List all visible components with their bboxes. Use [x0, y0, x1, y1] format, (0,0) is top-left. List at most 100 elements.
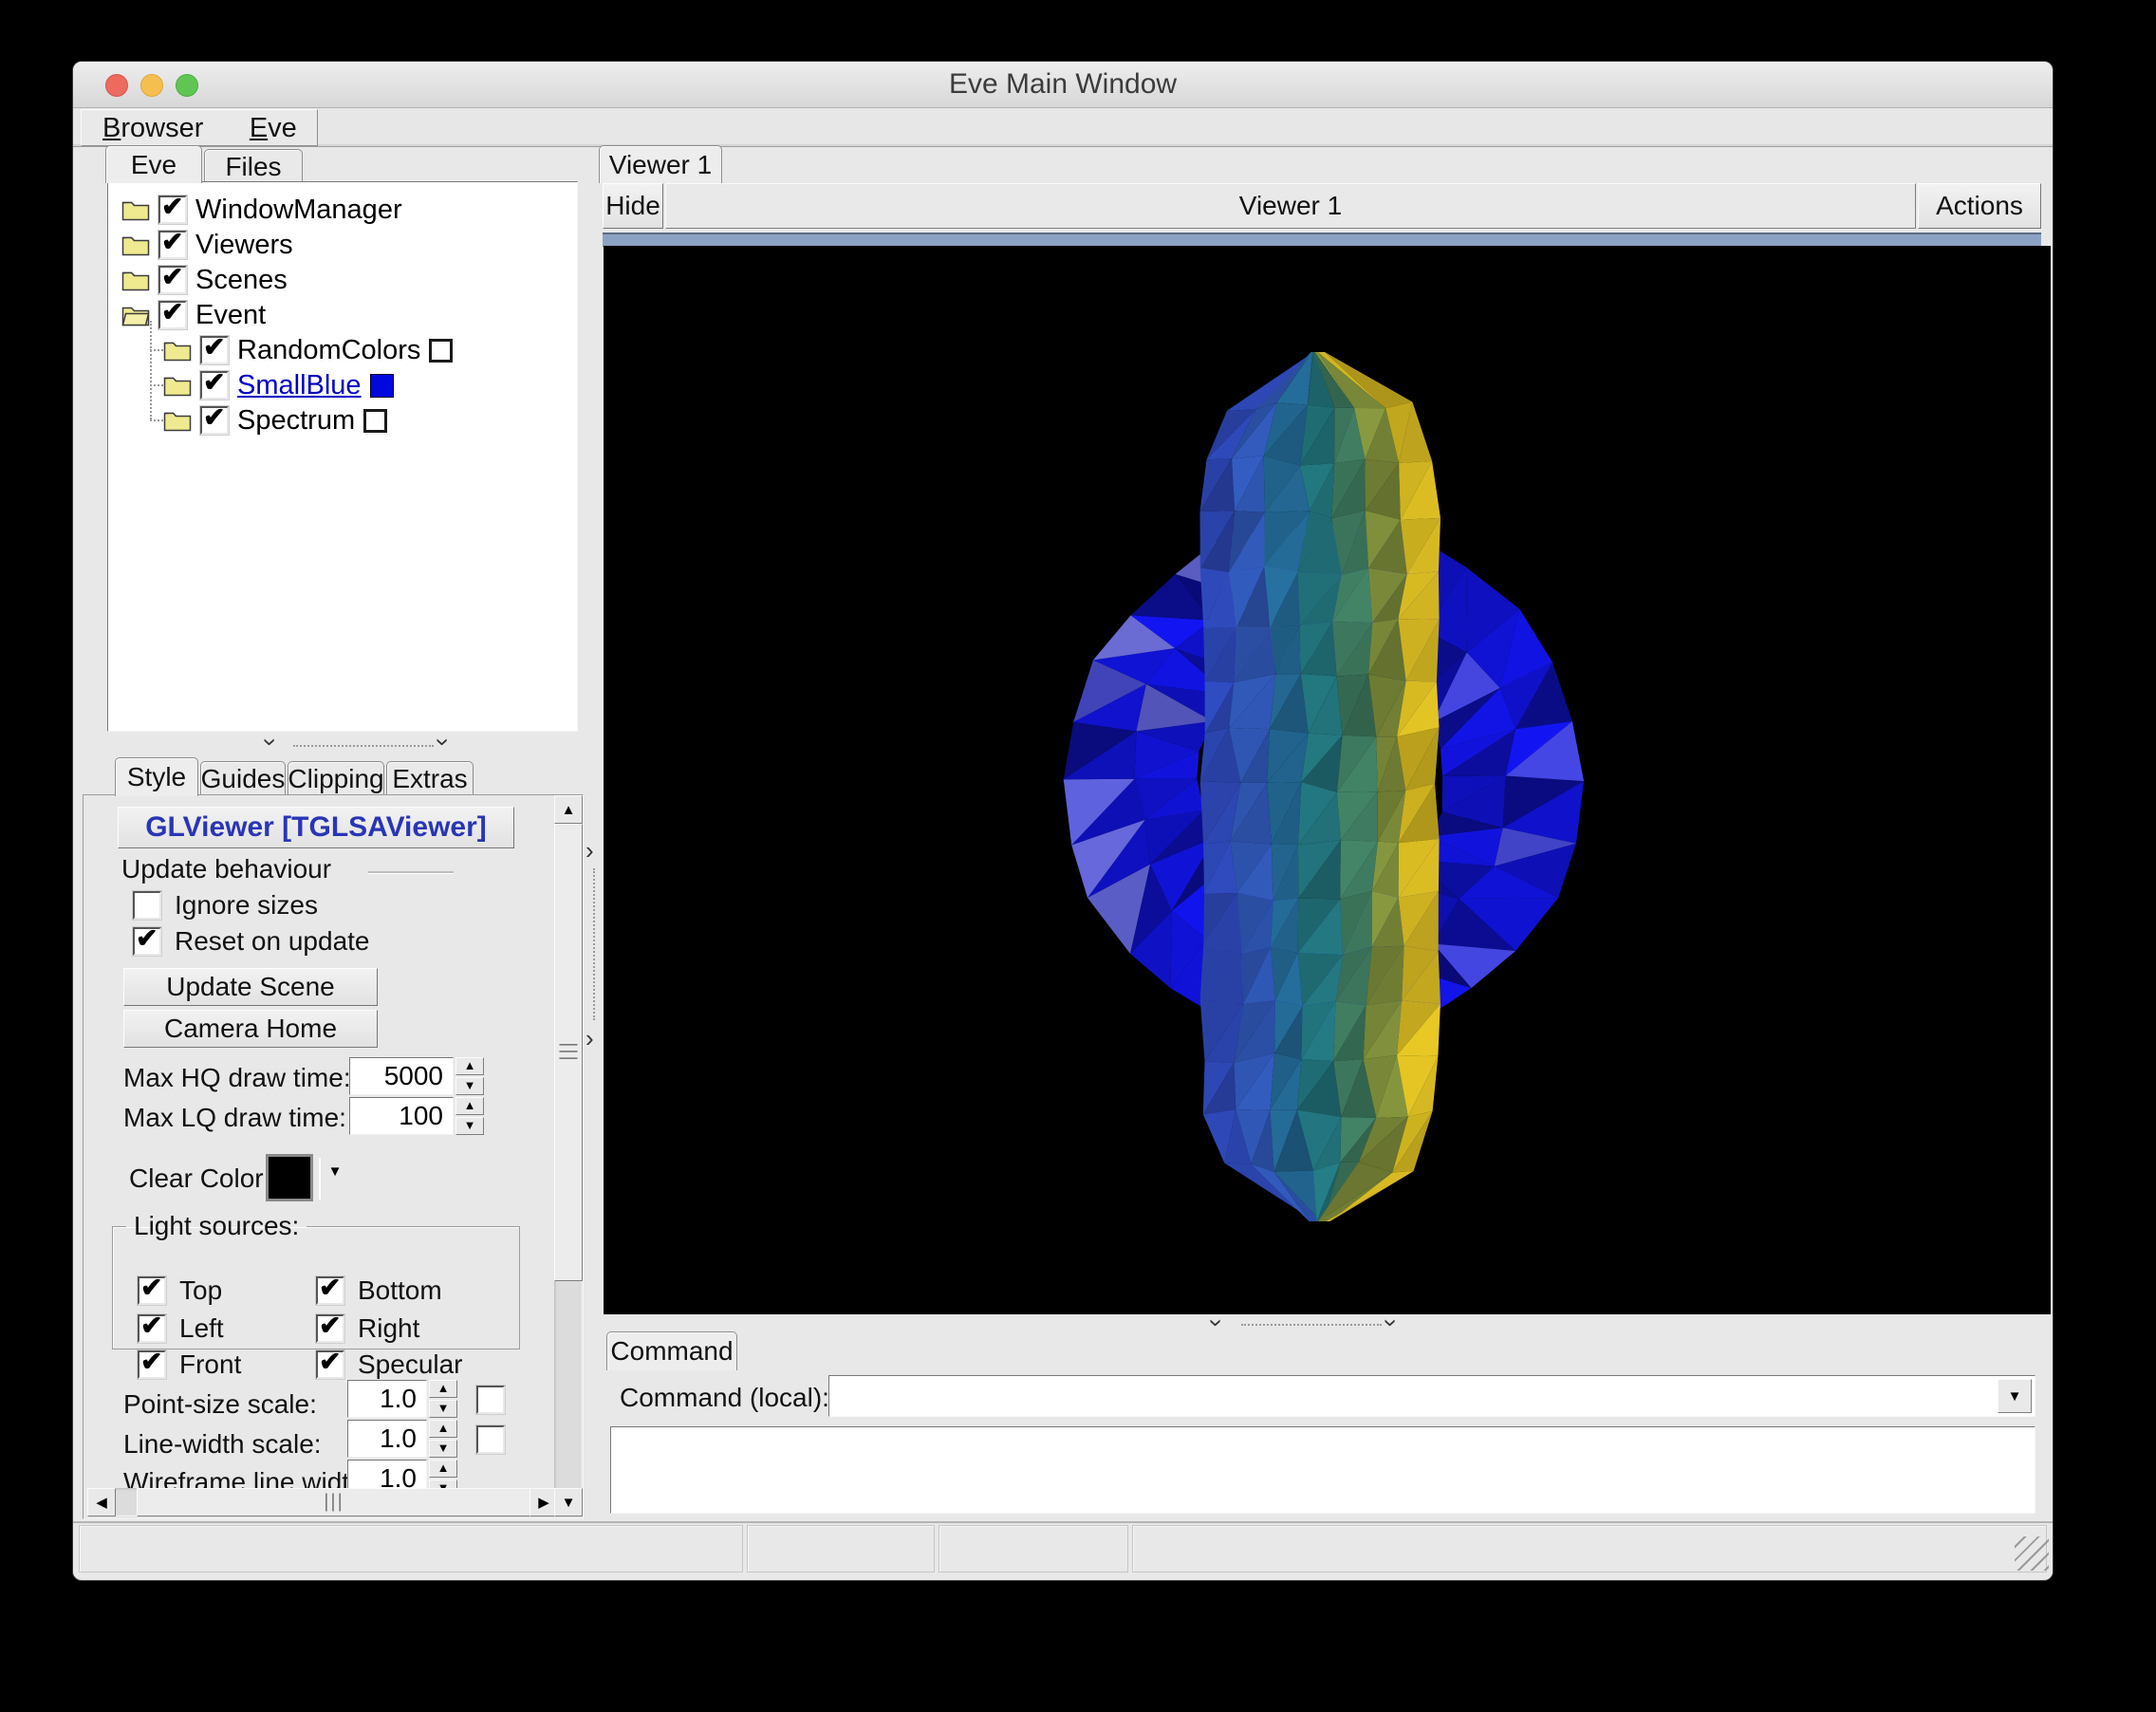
clear-color-dropdown[interactable]: ▼ — [319, 1158, 349, 1200]
tab-guides[interactable]: Guides — [200, 761, 286, 796]
splitter-collapse-icon[interactable]: › — [264, 738, 277, 747]
color-swatch-empty[interactable] — [429, 339, 453, 363]
light-right-row[interactable]: Right — [316, 1313, 419, 1344]
point-size-checkbox[interactable] — [476, 1386, 505, 1414]
command-input[interactable]: ▼ — [828, 1375, 2035, 1417]
tree-item-label[interactable]: RandomColors — [237, 335, 420, 366]
glviewer-button-label: GLViewer [TGLSAViewer] — [145, 811, 487, 844]
light-front-checkbox[interactable] — [138, 1350, 166, 1379]
light-specular-row[interactable]: Specular — [316, 1349, 463, 1380]
tree-checkbox[interactable] — [158, 266, 187, 294]
spin-down-icon[interactable]: ▼ — [429, 1440, 457, 1458]
ignore-sizes-row[interactable]: Ignore sizes — [133, 890, 318, 921]
update-scene-button[interactable]: Update Scene — [123, 968, 378, 1006]
point-size-spin-buttons[interactable]: ▲▼ — [429, 1380, 457, 1418]
h-scrollbar-thumb[interactable]: ||| — [137, 1488, 531, 1517]
tree-item-label[interactable]: Scenes — [195, 265, 288, 296]
tab-files[interactable]: Files — [204, 149, 303, 183]
spin-up-icon[interactable]: ▲ — [429, 1460, 457, 1478]
tree-checkbox[interactable] — [200, 406, 229, 435]
light-right-checkbox[interactable] — [316, 1314, 344, 1343]
resize-grip[interactable] — [2015, 1536, 2049, 1571]
point-size-spinner[interactable]: 1.0 — [347, 1380, 427, 1418]
tree-item-randomcolors[interactable]: RandomColors — [163, 334, 453, 366]
ignore-sizes-checkbox[interactable] — [133, 891, 161, 920]
tree-item-windowmanager[interactable]: WindowManager — [121, 194, 402, 226]
light-front-row[interactable]: Front — [138, 1349, 241, 1380]
tree-checkbox[interactable] — [158, 195, 187, 224]
tree-item-spectrum[interactable]: Spectrum — [163, 404, 387, 437]
tree-item-viewers[interactable]: Viewers — [121, 229, 293, 261]
max-hq-spinner[interactable]: 5000 — [349, 1057, 454, 1095]
titlebar[interactable]: Eve Main Window — [73, 62, 2053, 108]
tab-command[interactable]: Command — [606, 1331, 737, 1370]
max-lq-spinner[interactable]: 100 — [349, 1097, 454, 1135]
menu-browser[interactable]: Browser — [102, 113, 203, 144]
splitter-collapse-icon[interactable]: › — [437, 738, 450, 747]
tab-eve[interactable]: Eve — [105, 145, 202, 183]
scroll-left-icon[interactable]: ◀ — [87, 1488, 116, 1517]
viewer-titlebar[interactable]: Viewer 1 — [665, 183, 1916, 229]
splitter-collapse-icon[interactable]: › — [585, 1024, 594, 1053]
splitter-collapse-icon[interactable]: › — [1385, 1319, 1398, 1328]
tree-item-label[interactable]: Spectrum — [237, 405, 355, 437]
max-lq-spin-buttons[interactable]: ▲▼ — [455, 1097, 484, 1135]
command-splitter[interactable]: › › — [604, 1316, 2051, 1331]
light-left-checkbox[interactable] — [138, 1314, 166, 1343]
spin-up-icon[interactable]: ▲ — [455, 1097, 484, 1115]
line-width-spinner[interactable]: 1.0 — [347, 1420, 427, 1458]
light-left-row[interactable]: Left — [138, 1313, 224, 1344]
tree-item-label[interactable]: WindowManager — [195, 195, 402, 226]
spin-down-icon[interactable]: ▼ — [455, 1117, 484, 1135]
spin-up-icon[interactable]: ▲ — [429, 1380, 457, 1398]
light-bottom-checkbox[interactable] — [316, 1276, 344, 1305]
tab-style[interactable]: Style — [115, 757, 198, 796]
v-scrollbar-thumb[interactable]: ||| — [554, 824, 583, 1281]
command-log[interactable] — [610, 1426, 2035, 1514]
light-top-label: Top — [179, 1275, 222, 1306]
splitter-collapse-icon[interactable]: › — [1210, 1319, 1223, 1328]
tree-item-scenes[interactable]: Scenes — [121, 264, 288, 296]
vertical-splitter[interactable]: › › — [584, 181, 603, 1517]
splitter-collapse-icon[interactable]: › — [585, 836, 594, 865]
light-specular-checkbox[interactable] — [316, 1350, 344, 1379]
tree-item-smallblue[interactable]: SmallBlue — [163, 369, 394, 401]
line-width-spin-buttons[interactable]: ▲▼ — [429, 1420, 457, 1458]
tree-checkbox[interactable] — [200, 371, 229, 400]
spin-up-icon[interactable]: ▲ — [429, 1420, 457, 1438]
actions-button[interactable]: Actions — [1918, 183, 2041, 229]
command-dropdown-button[interactable]: ▼ — [1998, 1379, 2032, 1413]
max-hq-spin-buttons[interactable]: ▲▼ — [455, 1057, 484, 1095]
scroll-down-icon[interactable]: ▼ — [554, 1488, 583, 1517]
glviewer-button[interactable]: GLViewer [TGLSAViewer] — [118, 807, 514, 848]
tree-item-label[interactable]: SmallBlue — [237, 370, 362, 401]
spin-up-icon[interactable]: ▲ — [455, 1057, 484, 1075]
scroll-up-icon[interactable]: ▲ — [554, 795, 583, 824]
scrollbar-grip: ||| — [558, 1042, 580, 1063]
tree-item-label[interactable]: Viewers — [195, 230, 293, 261]
tree-checkbox[interactable] — [158, 301, 187, 329]
tree-item-label[interactable]: Event — [195, 300, 266, 331]
spin-down-icon[interactable]: ▼ — [429, 1400, 457, 1418]
tree-checkbox[interactable] — [200, 336, 229, 364]
menu-eve[interactable]: Eve — [250, 113, 297, 144]
camera-home-button[interactable]: Camera Home — [123, 1010, 378, 1048]
tab-viewer-1[interactable]: Viewer 1 — [599, 145, 722, 183]
spin-down-icon[interactable]: ▼ — [455, 1077, 484, 1095]
color-swatch-blue[interactable] — [370, 374, 394, 398]
gl-viewport[interactable] — [604, 246, 2051, 1314]
tree-checkbox[interactable] — [158, 231, 187, 259]
clear-color-swatch[interactable] — [266, 1154, 313, 1201]
light-top-row[interactable]: Top — [138, 1275, 222, 1306]
line-width-checkbox[interactable] — [476, 1425, 505, 1454]
hide-button[interactable]: Hide — [603, 183, 663, 229]
reset-on-update-row[interactable]: Reset on update — [133, 926, 370, 957]
tree-item-event[interactable]: Event — [121, 299, 266, 331]
light-top-checkbox[interactable] — [138, 1276, 166, 1305]
color-swatch-empty[interactable] — [363, 409, 387, 433]
tab-clipping[interactable]: Clipping — [288, 761, 384, 796]
light-bottom-row[interactable]: Bottom — [316, 1275, 442, 1306]
tab-extras[interactable]: Extras — [386, 761, 474, 796]
reset-on-update-checkbox[interactable] — [133, 927, 161, 956]
horizontal-splitter[interactable]: › › — [107, 734, 576, 754]
